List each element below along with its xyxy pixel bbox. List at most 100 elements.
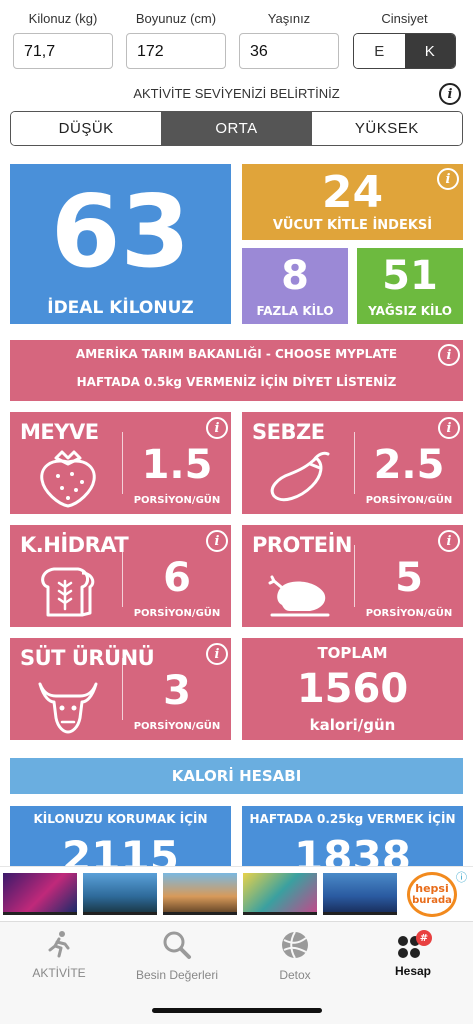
total-unit: kalori/gün xyxy=(309,716,396,734)
total-value: 1560 xyxy=(296,666,409,712)
carb-value: 6 xyxy=(163,555,191,601)
runner-icon xyxy=(48,931,70,958)
calculator-icon: # xyxy=(396,930,432,960)
ad-brand-line2: burada xyxy=(412,894,452,906)
maintain-label: KİLONUZU KORUMAK İÇİN xyxy=(33,812,208,826)
lean-weight-tile: 51 YAĞSIZ KİLO xyxy=(357,248,463,324)
ad-tv-image-1 xyxy=(3,873,77,915)
gender-label: Cinsiyet xyxy=(381,11,428,26)
carb-name: K.HİDRAT xyxy=(20,533,129,557)
vegetable-info-icon[interactable]: i xyxy=(438,417,460,439)
ideal-weight-tile: 63 İDEAL KİLONUZ xyxy=(10,164,231,324)
tab-nutrition[interactable]: Besin Değerleri xyxy=(122,930,232,982)
diet-banner: AMERİKA TARIM BAKANLIĞI - CHOOSE MYPLATE… xyxy=(10,340,463,401)
tab-bar: AKTİVİTE Besin Değerleri Detox # Hesap xyxy=(0,921,473,1024)
bmi-info-icon[interactable]: i xyxy=(437,168,459,190)
ad-tv-image-2 xyxy=(83,873,157,915)
calorie-title: KALORİ HESABI xyxy=(171,767,302,785)
tab-account[interactable]: # Hesap xyxy=(358,930,468,978)
home-indicator xyxy=(152,1008,322,1013)
tab-nutrition-label: Besin Değerleri xyxy=(135,968,219,982)
dairy-tile: SÜT ÜRÜNÜ i 3 PORSİYON/GÜN xyxy=(10,638,231,740)
dairy-info-icon[interactable]: i xyxy=(206,643,228,665)
height-input[interactable]: 172 xyxy=(126,33,226,69)
ad-tv-image-5 xyxy=(323,873,397,915)
lose-value: 1838 xyxy=(294,832,411,866)
vegetable-value: 2.5 xyxy=(373,442,445,488)
maintain-value: 2115 xyxy=(62,832,179,866)
diet-info-icon[interactable]: i xyxy=(438,344,460,366)
total-label: TOPLAM xyxy=(317,644,388,662)
protein-name: PROTEİN xyxy=(252,533,352,557)
strawberry-icon xyxy=(40,450,96,508)
activity-title: AKTİVİTE SEVİYENİZİ BELİRTİNİZ xyxy=(133,86,340,101)
activity-option-high[interactable]: YÜKSEK xyxy=(311,112,462,145)
calorie-header: KALORİ HESABI xyxy=(10,758,463,794)
excess-weight-tile: 8 FAZLA KİLO xyxy=(242,248,348,324)
ad-tv-image-3 xyxy=(163,873,237,915)
fruit-unit: PORSİYON/GÜN xyxy=(133,495,221,506)
lean-weight-label: YAĞSIZ KİLO xyxy=(368,304,452,318)
magnifier-icon xyxy=(163,931,191,959)
cow-icon xyxy=(38,682,98,734)
diet-banner-source: AMERİKA TARIM BAKANLIĞI - CHOOSE MYPLATE xyxy=(75,347,398,361)
excess-weight-label: FAZLA KİLO xyxy=(256,304,334,318)
tab-account-label: Hesap xyxy=(394,964,432,978)
weight-label: Kilonuz (kg) xyxy=(28,11,98,26)
vegetable-name: SEBZE xyxy=(252,420,325,444)
dairy-unit: PORSİYON/GÜN xyxy=(133,721,221,732)
age-input[interactable]: 36 xyxy=(239,33,339,69)
tab-activity-label: AKTİVİTE xyxy=(32,966,86,980)
activity-level-selector[interactable]: DÜŞÜK ORTA YÜKSEK xyxy=(10,111,463,146)
carb-unit: PORSİYON/GÜN xyxy=(133,608,221,619)
gender-toggle[interactable]: E K xyxy=(353,33,456,69)
lean-weight-value: 51 xyxy=(382,253,438,299)
fruit-value: 1.5 xyxy=(141,442,213,488)
protein-unit: PORSİYON/GÜN xyxy=(365,608,453,619)
chicken-icon xyxy=(268,575,330,617)
carb-tile: K.HİDRAT i 6 PORSİYON/GÜN xyxy=(10,525,231,627)
activity-option-low[interactable]: DÜŞÜK xyxy=(11,112,162,145)
age-label: Yaşınız xyxy=(267,11,311,26)
diet-banner-subtitle: HAFTADA 0.5kg VERMENİZ İÇİN DİYET LİSTEN… xyxy=(76,375,397,389)
fruit-name: MEYVE xyxy=(20,420,99,444)
ad-info-icon[interactable]: ⓘ xyxy=(456,869,467,885)
bmi-value: 24 xyxy=(321,167,384,218)
ideal-weight-value: 63 xyxy=(50,173,191,290)
protein-value: 5 xyxy=(395,555,423,601)
maintain-calories-tile: KİLONUZU KORUMAK İÇİN 2115 xyxy=(10,806,231,866)
ad-brand-logo: hepsi burada xyxy=(407,872,457,917)
account-badge: # xyxy=(416,930,432,946)
activity-info-icon[interactable]: i xyxy=(439,83,461,105)
dairy-name: SÜT ÜRÜNÜ xyxy=(20,646,155,670)
ad-banner[interactable]: hepsi burada ⓘ xyxy=(0,866,473,921)
lose-calories-tile: HAFTADA 0.25kg VERMEK İÇİN 1838 xyxy=(242,806,463,866)
bmi-label: VÜCUT KİTLE İNDEKSİ xyxy=(272,218,433,233)
eggplant-icon xyxy=(270,451,330,502)
dairy-value: 3 xyxy=(163,668,191,714)
excess-weight-value: 8 xyxy=(281,253,309,299)
carb-info-icon[interactable]: i xyxy=(206,530,228,552)
ad-brand-line1: hepsi xyxy=(415,881,449,895)
tab-detox[interactable]: Detox xyxy=(240,930,350,982)
weight-input[interactable]: 71,7 xyxy=(13,33,113,69)
activity-option-medium[interactable]: ORTA xyxy=(161,112,312,145)
fruit-info-icon[interactable]: i xyxy=(206,417,228,439)
protein-info-icon[interactable]: i xyxy=(438,530,460,552)
total-calories-tile: TOPLAM 1560 kalori/gün xyxy=(242,638,463,740)
ad-tv-image-4 xyxy=(243,873,317,915)
vegetable-tile: SEBZE i 2.5 PORSİYON/GÜN xyxy=(242,412,463,514)
gender-option-female[interactable]: K xyxy=(404,34,455,68)
bread-icon xyxy=(41,567,95,617)
vegetable-unit: PORSİYON/GÜN xyxy=(365,495,453,506)
gender-option-male[interactable]: E xyxy=(354,34,405,68)
lose-label: HAFTADA 0.25kg VERMEK İÇİN xyxy=(249,812,456,826)
fruit-tile: MEYVE i 1.5 PORSİYON/GÜN xyxy=(10,412,231,514)
height-label: Boyunuz (cm) xyxy=(135,11,217,26)
ideal-weight-label: İDEAL KİLONUZ xyxy=(47,298,194,318)
tab-activity[interactable]: AKTİVİTE xyxy=(4,930,114,980)
detox-ball-icon xyxy=(282,931,308,959)
bmi-tile: 24 VÜCUT KİTLE İNDEKSİ i xyxy=(242,164,463,240)
protein-tile: PROTEİN i 5 PORSİYON/GÜN xyxy=(242,525,463,627)
tab-detox-label: Detox xyxy=(279,968,311,982)
